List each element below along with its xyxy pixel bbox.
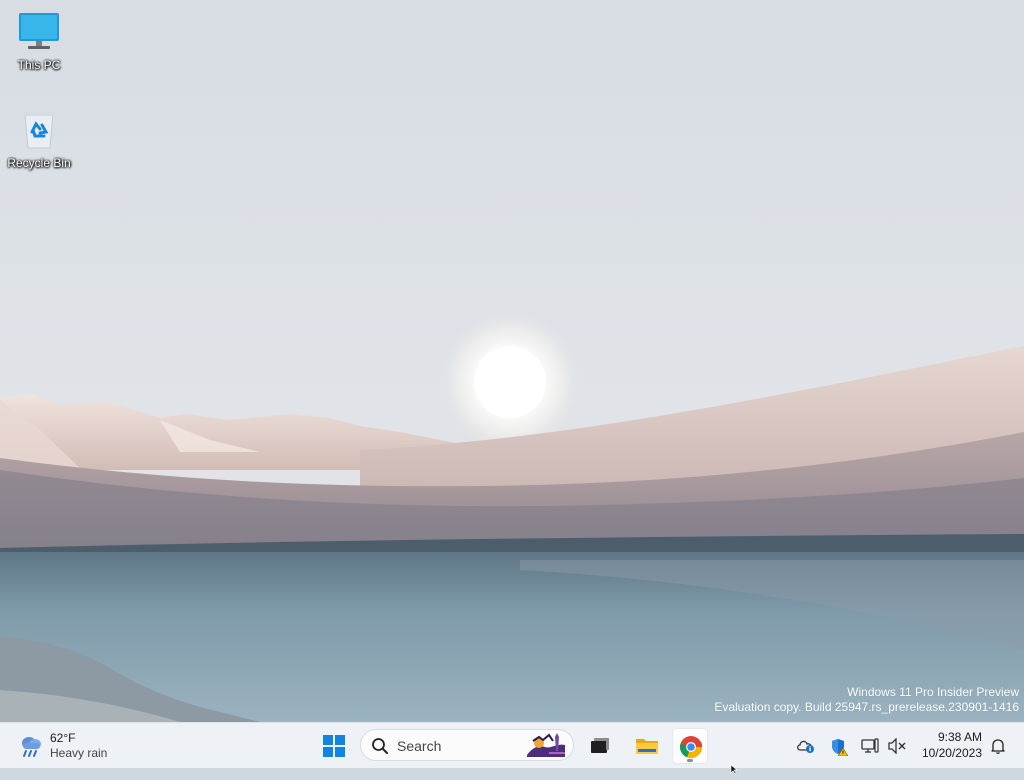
cloud-rain-icon	[18, 733, 44, 759]
tray-windows-security[interactable]	[826, 732, 850, 760]
taskbar-search-box[interactable]	[360, 729, 574, 761]
notifications-button[interactable]	[985, 732, 1011, 760]
folder-icon	[635, 735, 658, 757]
search-highlight-icon	[525, 731, 567, 759]
search-input[interactable]	[395, 735, 519, 757]
mouse-cursor-icon	[730, 762, 738, 775]
onedrive-info-icon	[797, 740, 814, 753]
windows-logo-icon	[323, 735, 345, 757]
weather-widget[interactable]: 62°F Heavy rain	[14, 729, 134, 763]
taskbar: 62°F Heavy rain Search 9:38 AM 10/20/202…	[0, 722, 1024, 768]
clock-date: 10/20/2023	[921, 746, 982, 760]
taskbar-app-task-view[interactable]	[582, 728, 618, 764]
network-icon	[861, 738, 879, 753]
taskbar-app-chrome[interactable]	[672, 728, 708, 764]
recycle-bin-icon	[16, 108, 62, 154]
weather-temperature: 62°F	[50, 731, 76, 745]
monitor-icon	[16, 10, 62, 56]
evaluation-watermark: Windows 11 Pro Insider Preview Evaluatio…	[714, 685, 1019, 715]
security-shield-warning-icon	[832, 739, 848, 756]
weather-condition: Heavy rain	[50, 746, 108, 760]
volume-muted-icon	[888, 738, 906, 754]
desktop-wallpaper	[0, 0, 1024, 722]
watermark-edition: Windows 11 Pro Insider Preview	[847, 685, 1019, 699]
bell-icon	[991, 739, 1005, 754]
running-indicator	[687, 759, 693, 762]
task-view-icon	[589, 735, 611, 757]
desktop-icon-label: Recycle Bin	[7, 156, 71, 170]
chrome-icon	[679, 735, 703, 759]
tray-network[interactable]	[857, 732, 881, 760]
desktop-icon-this-pc[interactable]: This PC	[1, 10, 77, 72]
desktop-icon-recycle-bin[interactable]: Recycle Bin	[1, 108, 77, 170]
taskbar-clock[interactable]: 9:38 AM 10/20/2023	[912, 729, 988, 763]
search-icon	[371, 737, 389, 755]
clock-time: 9:38 AM	[937, 730, 982, 744]
tray-onedrive[interactable]	[793, 732, 817, 760]
start-button[interactable]	[316, 728, 352, 764]
taskbar-app-file-explorer[interactable]	[628, 728, 664, 764]
tray-volume[interactable]	[884, 732, 908, 760]
desktop-icon-label: This PC	[17, 58, 61, 72]
watermark-build: Evaluation copy. Build 25947.rs_prerelea…	[714, 700, 1019, 714]
